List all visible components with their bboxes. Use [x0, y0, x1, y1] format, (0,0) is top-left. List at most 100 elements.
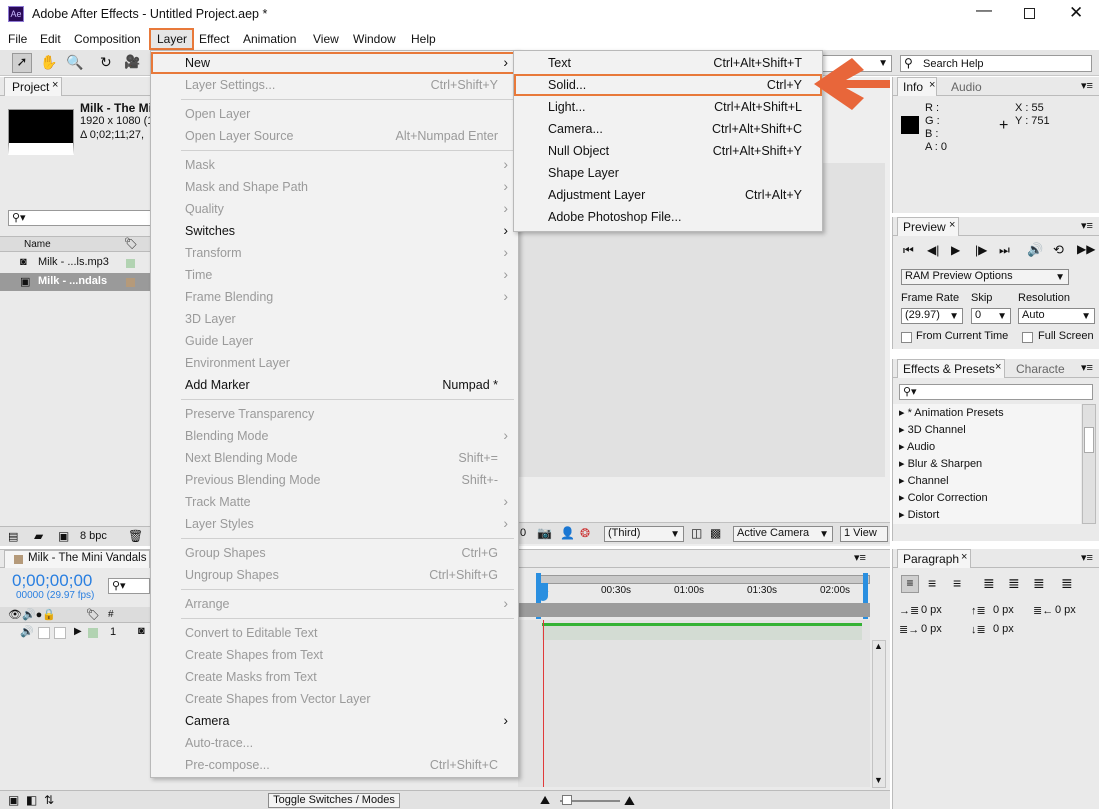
playhead-handle[interactable] [538, 583, 548, 601]
zoom-in-icon[interactable]: ⛰ [624, 793, 635, 809]
toggle-grid-icon[interactable]: ◫ [691, 526, 702, 540]
align-left-icon[interactable]: ≡ [901, 575, 919, 593]
skip-dropdown[interactable]: 0 ▼ [971, 308, 1011, 324]
last-frame-icon[interactable]: ⏭ [999, 243, 1010, 258]
transparency-grid-icon[interactable]: ▩ [710, 526, 721, 540]
resolution-dropdown[interactable]: Auto ▼ [1018, 308, 1095, 324]
frame-rate-dropdown[interactable]: (29.97) ▼ [901, 308, 963, 324]
camera-view-dropdown[interactable]: Active Camera ▼ [733, 526, 833, 542]
menu-item-new[interactable]: New › [151, 52, 518, 74]
list-item[interactable]: ▸ Channel [899, 474, 949, 487]
table-row[interactable]: 🔊 ▶ 1 ◙ [0, 625, 150, 641]
new-folder-icon[interactable]: ▰ [34, 529, 43, 543]
new-menu-item-light[interactable]: Light... Ctrl+Alt+Shift+L [514, 96, 822, 118]
panel-menu-icon[interactable]: ▾≡ [1081, 551, 1093, 564]
justify-right-icon[interactable]: ≣ [1033, 575, 1045, 592]
tab-character[interactable]: Characte [1016, 362, 1065, 376]
mute-audio-icon[interactable]: 🔊 [1027, 242, 1043, 258]
ram-preview-dropdown[interactable]: RAM Preview Options ▼ [901, 269, 1069, 285]
menu-file[interactable]: File [8, 32, 27, 46]
menu-edit[interactable]: Edit [40, 32, 61, 46]
panel-menu-icon[interactable]: ▾≡ [1081, 219, 1093, 232]
expand-arrow-icon[interactable]: ▶ [74, 626, 82, 637]
list-item[interactable]: ▸ Blur & Sharpen [899, 457, 982, 470]
time-navigator-bar[interactable] [518, 603, 870, 617]
menu-window[interactable]: Window [353, 32, 396, 46]
label-column-icon[interactable]: 🏷 [86, 608, 100, 621]
align-center-icon[interactable]: ≡ [928, 575, 936, 591]
effects-scrollbar[interactable] [1082, 404, 1096, 524]
first-line-indent-value[interactable]: 0 px [921, 623, 942, 635]
viewer-zoom-value[interactable]: 0 [520, 527, 526, 539]
new-menu-item-solid[interactable]: Solid... Ctrl+Y [514, 74, 822, 96]
new-menu-item-shape-layer[interactable]: Shape Layer [514, 162, 822, 184]
rotate-tool-icon[interactable]: ↻ [100, 54, 112, 71]
show-snapshot-icon[interactable]: 👤 [560, 526, 575, 540]
current-time-display[interactable]: 0;00;00;00 [12, 571, 92, 591]
tab-audio[interactable]: Audio [951, 80, 982, 94]
close-icon[interactable]: ✕ [1069, 3, 1083, 23]
close-tab-icon[interactable]: × [995, 361, 1001, 373]
list-item[interactable]: ▸ * Animation Presets [899, 406, 1004, 419]
full-screen-checkbox[interactable] [1022, 332, 1033, 343]
comp-flowchart-icon[interactable]: ▣ [8, 793, 19, 807]
label-column-icon[interactable]: 🏷 [124, 237, 138, 250]
close-tab-icon[interactable]: × [961, 551, 967, 563]
menu-animation[interactable]: Animation [243, 32, 296, 46]
column-name-label[interactable]: Name [24, 239, 51, 250]
new-comp-icon[interactable]: ▣ [58, 529, 69, 543]
minimize-icon[interactable]: — [976, 2, 992, 20]
bit-depth-button[interactable]: 8 bpc [80, 530, 107, 542]
frame-blending-icon[interactable]: ⇅ [44, 793, 54, 807]
trash-icon[interactable]: 🗑 [128, 529, 143, 543]
justify-left-icon[interactable]: ≣ [983, 575, 995, 592]
new-menu-item-null-object[interactable]: Null Object Ctrl+Alt+Shift+Y [514, 140, 822, 162]
list-item[interactable]: ▸ 3D Channel [899, 423, 966, 436]
menu-composition[interactable]: Composition [74, 32, 141, 46]
effects-search-input[interactable]: ⚲▾ [899, 384, 1093, 400]
lock-checkbox[interactable] [54, 627, 66, 639]
list-item[interactable]: ▸ Distort [899, 508, 939, 521]
toggle-switches-modes-button[interactable]: Toggle Switches / Modes [268, 793, 400, 808]
hand-tool-icon[interactable]: ✋ [40, 54, 57, 71]
work-area-bar[interactable] [536, 575, 870, 584]
list-item[interactable]: ▣ Milk - ...ndals [0, 273, 152, 291]
new-menu-item-adjustment-layer[interactable]: Adjustment Layer Ctrl+Alt+Y [514, 184, 822, 206]
align-right-icon[interactable]: ≡ [953, 575, 961, 591]
camera-tool-icon[interactable]: 🎥 [124, 54, 140, 70]
list-item[interactable]: ▸ Color Correction [899, 491, 988, 504]
new-menu-item-text[interactable]: Text Ctrl+Alt+Shift+T [514, 52, 822, 74]
first-frame-icon[interactable]: ⏮ [903, 243, 914, 258]
space-before-value[interactable]: 0 px [993, 604, 1014, 616]
menu-item-switches[interactable]: Switches › [151, 220, 518, 242]
from-current-time-checkbox[interactable] [901, 332, 912, 343]
selection-tool-icon[interactable]: ➚ [12, 53, 32, 73]
justify-all-icon[interactable]: ≣ [1061, 575, 1073, 592]
ram-preview-icon[interactable]: ▶▶ [1077, 242, 1095, 256]
zoom-out-icon[interactable]: ⛰ [540, 793, 550, 808]
panel-menu-icon[interactable]: ▾≡ [1081, 79, 1093, 92]
menu-effect[interactable]: Effect [199, 32, 229, 46]
new-menu-item-camera[interactable]: Camera... Ctrl+Alt+Shift+C [514, 118, 822, 140]
close-tab-icon[interactable]: × [949, 219, 955, 231]
timeline-scrollbar[interactable]: ▲ ▼ [872, 640, 886, 788]
panel-menu-icon[interactable]: ▾≡ [1081, 361, 1093, 374]
indent-left-value[interactable]: 0 px [921, 604, 942, 616]
menu-view[interactable]: View [313, 32, 339, 46]
color-channels-icon[interactable]: ❂ [580, 526, 590, 540]
justify-center-icon[interactable]: ≣ [1008, 575, 1020, 592]
view-layout-dropdown[interactable]: (Third) ▼ [604, 526, 684, 542]
time-ruler[interactable]: 0s 00:30s 01:00s 01:30s 02:00s [518, 573, 870, 619]
solo-checkbox[interactable] [38, 627, 50, 639]
menu-layer[interactable]: Layer [157, 32, 187, 46]
list-item[interactable]: ▸ Audio [899, 440, 935, 453]
menu-item-add-marker[interactable]: Add Marker Numpad * [151, 374, 518, 396]
indent-right-value[interactable]: 0 px [1055, 604, 1076, 616]
list-item[interactable]: ◙ Milk - ...ls.mp3 [0, 254, 152, 272]
menu-help[interactable]: Help [411, 32, 436, 46]
project-search-input[interactable]: ⚲▾ [8, 210, 152, 226]
timeline-search-input[interactable]: ⚲▾ [108, 578, 150, 594]
play-icon[interactable]: ▶ [951, 243, 960, 257]
layer-bars-area[interactable] [518, 620, 870, 787]
snapshot-icon[interactable]: 📷 [537, 526, 552, 540]
